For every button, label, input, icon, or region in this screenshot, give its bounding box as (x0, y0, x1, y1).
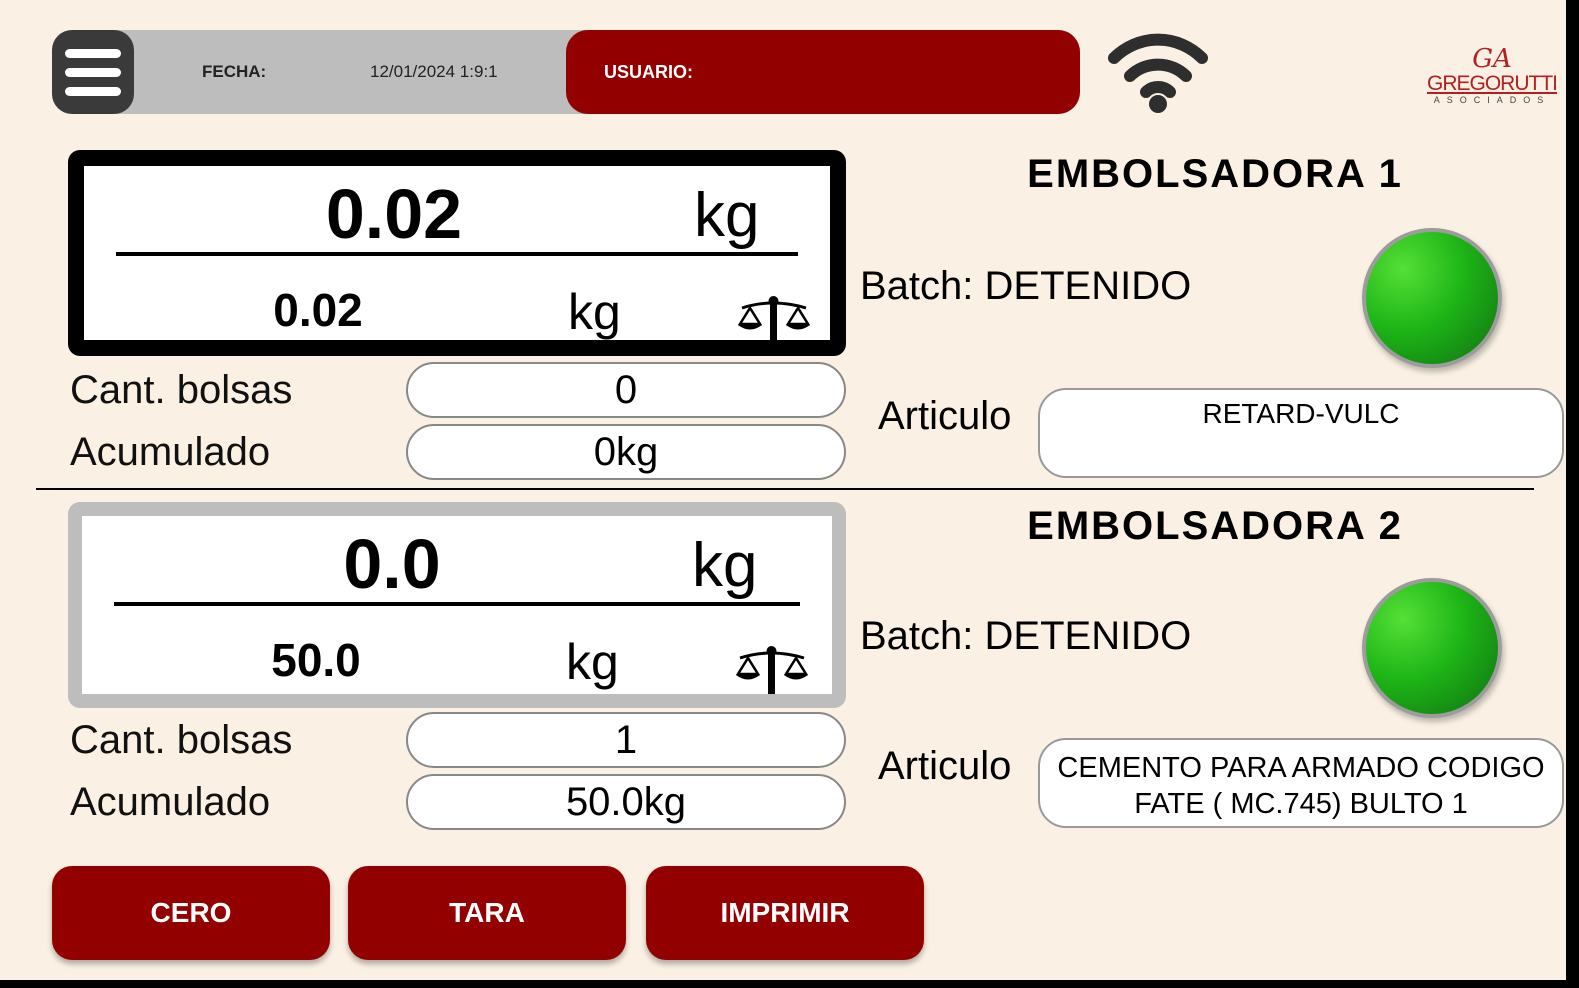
embolsadora-1-title: EMBOLSADORA 1 (1027, 152, 1403, 196)
balance-scale-icon (737, 296, 811, 344)
logo-initials: GA (1472, 44, 1512, 74)
embolsadora-1-articulo-value: RETARD-VULC (1202, 398, 1400, 429)
scale-2-main-unit: kg (692, 531, 758, 600)
balance-scale-icon (735, 646, 809, 694)
usuario-label: USUARIO: (604, 62, 693, 82)
embolsadora-1-articulo-label: Articulo (878, 394, 1012, 438)
scale-2-cant-bolsas-value: 1 (406, 712, 846, 768)
fecha-label: FECHA: (202, 62, 267, 81)
section-divider (36, 488, 1534, 490)
logo-subtitle: ASOCIADOS (1433, 95, 1551, 105)
scale-1-secondary-weight: 0.02 (273, 284, 363, 336)
embolsadora-2-articulo-label: Articulo (878, 744, 1012, 788)
scale-1-secondary-unit: kg (568, 284, 621, 340)
tara-button[interactable]: TARA (348, 866, 626, 960)
scale-1-cant-bolsas-value: 0 (406, 362, 846, 418)
embolsadora-2-articulo-value: CEMENTO PARA ARMADO CODIGO FATE ( MC.745… (1057, 752, 1545, 820)
wifi-icon (1108, 33, 1208, 113)
scale-2-divider (114, 602, 800, 606)
scale-1-display[interactable]: 0.02 kg 0.02 kg (68, 150, 846, 356)
embolsadora-1-batch-status: Batch: DETENIDO (860, 264, 1192, 308)
imprimir-button[interactable]: IMPRIMIR (646, 866, 924, 960)
scale-1-acumulado-label: Acumulado (70, 430, 271, 474)
scale-1-divider (116, 252, 798, 256)
weighing-screen: FECHA: 12/01/2024 1:9:1 USUARIO: GA GREG… (0, 0, 1566, 980)
fecha-value: 12/01/2024 1:9:1 (370, 62, 498, 81)
scale-2-acumulado-label: Acumulado (70, 780, 271, 824)
embolsadora-2-batch-status: Batch: DETENIDO (860, 614, 1192, 658)
scale-1-cant-bolsas-label: Cant. bolsas (70, 368, 293, 412)
scale-2-main-weight: 0.0 (343, 525, 441, 603)
company-logo: GA GREGORUTTI ASOCIADOS (1424, 44, 1560, 114)
logo-brand: GREGORUTTI (1427, 72, 1558, 95)
embolsadora-2-title: EMBOLSADORA 2 (1027, 504, 1403, 548)
scale-1-main-weight: 0.02 (325, 175, 463, 253)
scale-2-secondary-weight: 50.0 (271, 634, 361, 686)
scale-2-display[interactable]: 0.0 kg 50.0 kg (68, 502, 846, 708)
embolsadora-1-status-light (1362, 228, 1502, 368)
embolsadora-2-status-light (1362, 578, 1502, 718)
hamburger-menu-button[interactable] (52, 30, 134, 114)
embolsadora-1-articulo-field[interactable]: RETARD-VULC (1038, 388, 1564, 478)
scale-2-cant-bolsas-label: Cant. bolsas (70, 718, 293, 762)
embolsadora-2-articulo-field[interactable]: CEMENTO PARA ARMADO CODIGO FATE ( MC.745… (1038, 738, 1564, 828)
scale-1-main-unit: kg (694, 181, 760, 250)
scale-2-acumulado-value: 50.0kg (406, 774, 846, 830)
usuario-field[interactable]: USUARIO: (566, 30, 1080, 114)
scale-1-acumulado-value: 0kg (406, 424, 846, 480)
cero-button[interactable]: CERO (52, 866, 330, 960)
hamburger-menu-icon (65, 48, 121, 58)
scale-2-secondary-unit: kg (566, 634, 619, 690)
